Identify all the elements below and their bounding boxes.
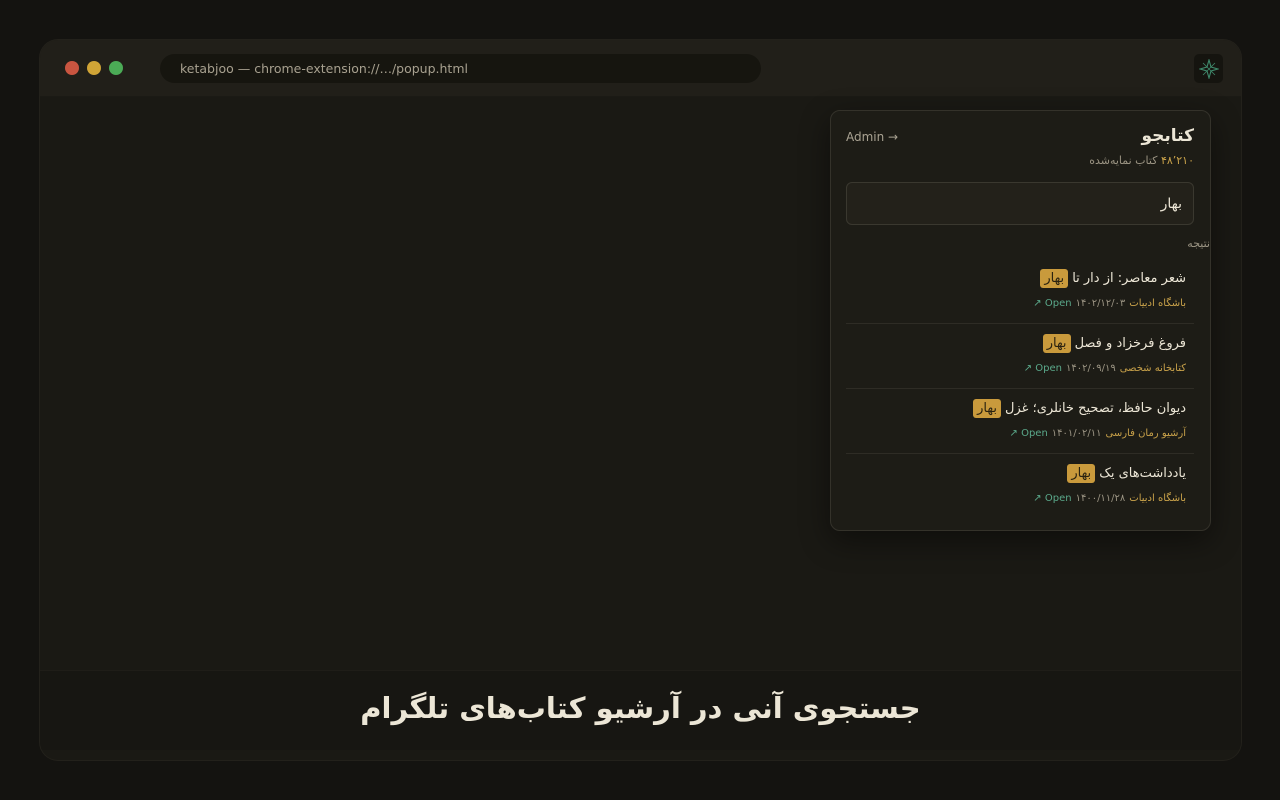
result-title: یادداشت‌های یک بهار xyxy=(1067,464,1186,483)
result-title: دیوان حافظ، تصحیح خانلری؛ غزل بهار xyxy=(973,399,1186,418)
search-highlight: بهار xyxy=(1042,334,1071,353)
search-input[interactable] xyxy=(847,183,1193,224)
search-highlight: بهار xyxy=(1040,269,1069,288)
result-meta: باشگاه ادبیات ۱۴۰۰/۱۱/۲۸ Open ↗ xyxy=(1033,493,1186,504)
result-meta: آرشیو رمان فارسی ۱۴۰۱/۰۲/۱۱ Open ↗ xyxy=(1010,428,1186,439)
result-count-label: نتیجه xyxy=(1187,237,1210,250)
admin-link[interactable]: Admin → xyxy=(846,130,898,144)
book-count: ۴۸٬۲۱۰ کتاب نمایه‌شده xyxy=(1089,154,1194,167)
search-highlight: بهار xyxy=(973,399,1002,418)
result-title-text: شعر معاصر: از دار تا xyxy=(1072,271,1186,286)
browser-window: ketabjoo — chrome-extension://…/popup.ht… xyxy=(40,40,1241,760)
result-title-text: دیوان حافظ، تصحیح خانلری؛ غزل xyxy=(1005,401,1186,416)
result-title: فروغ فرخزاد و فصل بهار xyxy=(1042,334,1186,353)
result-source: باشگاه ادبیات xyxy=(1129,493,1186,504)
extension-button[interactable] xyxy=(1194,54,1223,83)
popup-title: کتابجو xyxy=(1141,126,1194,146)
result-open-link[interactable]: Open ↗ xyxy=(1033,298,1071,309)
result-source: کتابخانه شخصی xyxy=(1119,363,1186,374)
address-bar[interactable]: ketabjoo — chrome-extension://…/popup.ht… xyxy=(160,54,761,83)
result-title: شعر معاصر: از دار تا بهار xyxy=(1040,269,1186,288)
book-count-label: کتاب نمایه‌شده xyxy=(1089,154,1158,167)
result-source: آرشیو رمان فارسی xyxy=(1105,428,1186,439)
result-date: ۱۴۰۲/۰۹/۱۹ xyxy=(1066,363,1116,374)
result-open-link[interactable]: Open ↗ xyxy=(1033,493,1071,504)
result-title-text: فروغ فرخزاد و فصل xyxy=(1074,336,1186,351)
result-open-link[interactable]: Open ↗ xyxy=(1024,363,1062,374)
result-date: ۱۴۰۱/۰۲/۱۱ xyxy=(1051,428,1102,439)
minimize-window-button[interactable] xyxy=(87,61,101,75)
search-box[interactable] xyxy=(846,182,1194,225)
result-date: ۱۴۰۰/۱۱/۲۸ xyxy=(1075,493,1126,504)
result-date: ۱۴۰۲/۱۲/۰۳ xyxy=(1075,298,1126,309)
result-meta: باشگاه ادبیات ۱۴۰۲/۱۲/۰۳ Open ↗ xyxy=(1033,298,1186,309)
result-meta: کتابخانه شخصی ۱۴۰۲/۰۹/۱۹ Open ↗ xyxy=(1024,363,1186,374)
caption-text: جستجوی آنی در آرشیو کتاب‌های تلگرام xyxy=(360,691,921,725)
maximize-window-button[interactable] xyxy=(109,61,123,75)
results-list: شعر معاصر: از دار تا بهار باشگاه ادبیات … xyxy=(846,259,1194,519)
result-title-text: یادداشت‌های یک xyxy=(1099,466,1186,481)
close-window-button[interactable] xyxy=(65,61,79,75)
extension-popup: کتابجو Admin → ۴۸٬۲۱۰ کتاب نمایه‌شده نتی… xyxy=(830,110,1211,531)
result-item[interactable]: دیوان حافظ، تصحیح خانلری؛ غزل بهار آرشیو… xyxy=(846,389,1194,454)
caption-bar: جستجوی آنی در آرشیو کتاب‌های تلگرام xyxy=(40,670,1241,750)
result-item[interactable]: یادداشت‌های یک بهار باشگاه ادبیات ۱۴۰۰/۱… xyxy=(846,454,1194,519)
result-item[interactable]: شعر معاصر: از دار تا بهار باشگاه ادبیات … xyxy=(846,259,1194,324)
book-count-number: ۴۸٬۲۱۰ xyxy=(1160,154,1194,167)
result-item[interactable]: فروغ فرخزاد و فصل بهار کتابخانه شخصی ۱۴۰… xyxy=(846,324,1194,389)
result-source: باشگاه ادبیات xyxy=(1129,298,1186,309)
result-open-link[interactable]: Open ↗ xyxy=(1010,428,1048,439)
search-highlight: بهار xyxy=(1067,464,1096,483)
compass-star-icon xyxy=(1198,58,1219,79)
title-bar: ketabjoo — chrome-extension://…/popup.ht… xyxy=(40,40,1241,97)
